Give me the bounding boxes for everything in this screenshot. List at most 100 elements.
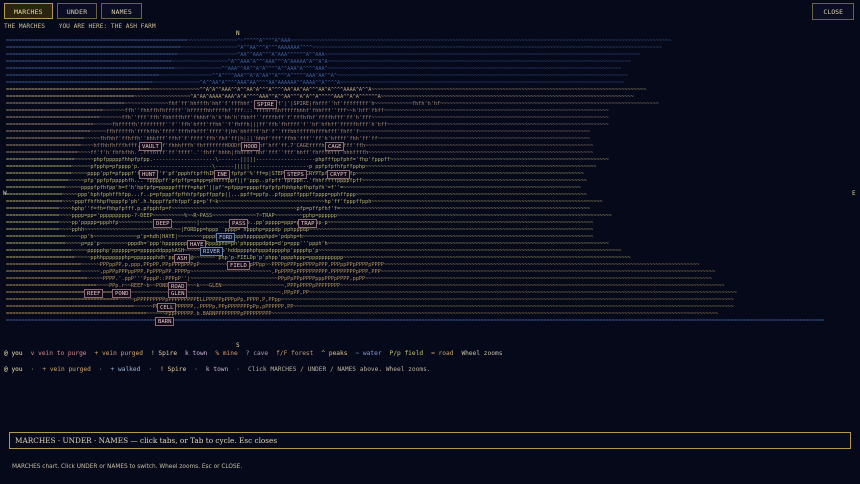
map-row: ===============================~~~~~~~ff… — [6, 108, 609, 114]
map-row: =================~~~~pphh~~~~~~~~~~~~~~~… — [6, 227, 594, 233]
tab-under[interactable]: UNDER — [56, 3, 98, 19]
map-row: =====================~~~~~ppppphp'pppppp… — [6, 248, 622, 254]
poi-hood[interactable]: HOOD — [241, 142, 261, 151]
region-name: THE MARCHES — [4, 23, 45, 30]
legend-hints: @ you · + vein purged · + walked · ! Spire · k t… — [4, 366, 439, 373]
location-text: YOU ARE HERE: THE ASH FARM — [58, 23, 156, 30]
map-row: ========================~~~~hffhhfhfffhf… — [6, 143, 594, 149]
poi-ine[interactable]: INE — [214, 170, 231, 179]
map-row: ========================================… — [6, 87, 647, 93]
legend-item: ! Spire — [160, 366, 187, 373]
poi-steps[interactable]: STEPS — [284, 170, 307, 179]
poi-cell[interactable]: CELL — [157, 303, 177, 312]
map-row: ========================~~~~~~,ppPPpPPPp… — [6, 269, 715, 275]
poi-reef[interactable]: REEF — [84, 289, 104, 298]
map-row: ========================================… — [6, 45, 662, 51]
poi-deep[interactable]: DEEP — [153, 219, 173, 228]
poi-vault[interactable]: VAULT — [139, 142, 162, 151]
poi-pass[interactable]: PASS — [229, 219, 249, 228]
map-row: ========================================… — [6, 73, 628, 79]
poi-cage[interactable]: CAGE — [325, 142, 345, 151]
legend-item: Click MARCHES / UNDER / NAMES above. Whe… — [248, 366, 431, 373]
map-row: ========================================… — [6, 311, 719, 317]
map-row: ========================~~~~~~PPPppPP,p,… — [6, 262, 700, 268]
map-row: ========================================… — [6, 94, 634, 100]
close-button[interactable]: CLOSE — [812, 3, 854, 20]
map-row: ========================================… — [6, 38, 672, 44]
tab-bar: MARCHES UNDER NAMES — [4, 3, 142, 21]
legend-item: = road — [431, 350, 454, 357]
legend-item: · — [148, 366, 153, 373]
poi-glen[interactable]: GLEN — [168, 289, 188, 298]
poi-hunt[interactable]: HUNT — [139, 170, 159, 179]
map-row: ==================~~~~pppffhfhhpfhpppfp'… — [6, 199, 603, 205]
map-row: ========================================… — [6, 59, 631, 65]
compass-north: N — [236, 30, 240, 37]
poi-river[interactable]: RIVER — [200, 247, 223, 256]
poi-barn[interactable]: BARN — [155, 317, 175, 326]
legend-item: P/p field — [389, 350, 424, 357]
tab-names[interactable]: NAMES — [101, 3, 142, 19]
poi-ash[interactable]: ASH — [174, 254, 191, 263]
map-row: =====================~~~~~pppp'ppf=pfppp… — [6, 171, 854, 178]
legend-item: · — [30, 366, 35, 373]
map-row: =========================~~~~~fhfhhf'ffh… — [6, 136, 591, 142]
legend-key: @ you v vein to purge + vein purged ! Spire… — [4, 350, 510, 357]
legend-item: Wheel zooms — [461, 350, 503, 357]
map-row: =================~~~~pppp=pp='pppppppppp… — [6, 213, 612, 219]
command-input[interactable]: MARCHES · UNDER · NAMES — click tabs, or… — [9, 432, 851, 449]
legend-item: @ you — [4, 366, 23, 373]
map-row: ============================~~~~~~fhffff… — [6, 122, 609, 128]
map-row: ===================~~~~~ppppfpfhfpp'h=f'… — [6, 185, 581, 191]
legend-item: + vein purged — [94, 350, 143, 357]
map-row: ========================================… — [6, 304, 734, 310]
legend-item: · — [98, 366, 103, 373]
map-row: ====================================~~~~… — [6, 297, 734, 303]
map-row: ==================================~~~~~~… — [6, 290, 737, 296]
location-heading: THE MARCHES YOU ARE HERE: THE ASH FARM — [4, 23, 166, 30]
map-row: =============================~~~~PPp.r~~… — [6, 283, 725, 289]
map-row: ====================~~~~~pfp'ppfpfpppphf… — [6, 178, 587, 184]
poi-crypt[interactable]: CRYPT — [327, 170, 350, 179]
poi-spire[interactable]: SPIRE — [254, 100, 277, 109]
ascii-map[interactable]: N S W E ================================… — [0, 30, 860, 349]
map-row: ======================================~~… — [6, 101, 659, 107]
status-bar: MARCHES chart. Click UNDER or NAMES to s… — [12, 464, 243, 470]
legend-item: + vein purged — [42, 366, 91, 373]
legend-item: ? cave — [245, 350, 269, 357]
map-row: ======================~~~~~pphhppppppphp… — [6, 255, 631, 261]
map-row: ========================================… — [6, 318, 825, 324]
legend-item: ^ peaks — [321, 350, 348, 357]
legend-item: ! Spire — [150, 350, 178, 357]
map-row: ==============================~~~~~~~ffh… — [6, 115, 609, 121]
map-row: =====================~~~~~~pfpphp=pfpppp… — [6, 164, 597, 170]
map-row: ========================================… — [6, 66, 622, 72]
poi-field[interactable]: FIELD — [227, 261, 250, 270]
legend-item: v vein to purge — [30, 350, 87, 357]
map-row: ===========================~~~~~ffhfffff… — [6, 129, 591, 135]
poi-trap[interactable]: TRAP — [298, 219, 318, 228]
map-row: ===================~~~~~pp'h~~~~~~~~~~~~… — [6, 234, 594, 240]
legend-item: k town — [185, 350, 208, 357]
map-row: ==========================~~~~~PPPP.'.pp… — [6, 276, 712, 282]
legend-item: ~ water — [355, 350, 382, 357]
legend-item: · — [194, 366, 198, 373]
legend-item: k town — [205, 366, 229, 373]
legend-item: · — [236, 366, 240, 373]
poi-pond[interactable]: POND — [112, 289, 132, 298]
map-row: ==================~~~~~ppp'hphfpphffhfpp… — [6, 192, 587, 198]
legend-item: + walked — [110, 366, 141, 373]
map-row: ===================~~~~~p=pp'p~~~~~~~~~p… — [6, 241, 609, 247]
poi-ford[interactable]: FORD — [216, 233, 236, 242]
legend-item: @ you — [4, 350, 23, 357]
map-row: =======================~~~~ff'f'h'fhfhfh… — [6, 150, 594, 156]
legend-item: f/F forest — [276, 350, 314, 357]
map-row: ======================~~~~~~phpfpppppfhh… — [6, 157, 609, 163]
map-row: =================~~~~hphp''f=fh=fhhpfpff… — [6, 206, 591, 212]
legend-item: % mine — [215, 350, 238, 357]
compass-south: S — [236, 342, 240, 349]
map-row: ========================================… — [6, 80, 625, 86]
map-row: ========================================… — [6, 52, 640, 58]
tab-marches[interactable]: MARCHES — [4, 3, 53, 19]
map-row: =================~~~~pp'ppppp=ppphfp~~~~… — [6, 220, 854, 227]
